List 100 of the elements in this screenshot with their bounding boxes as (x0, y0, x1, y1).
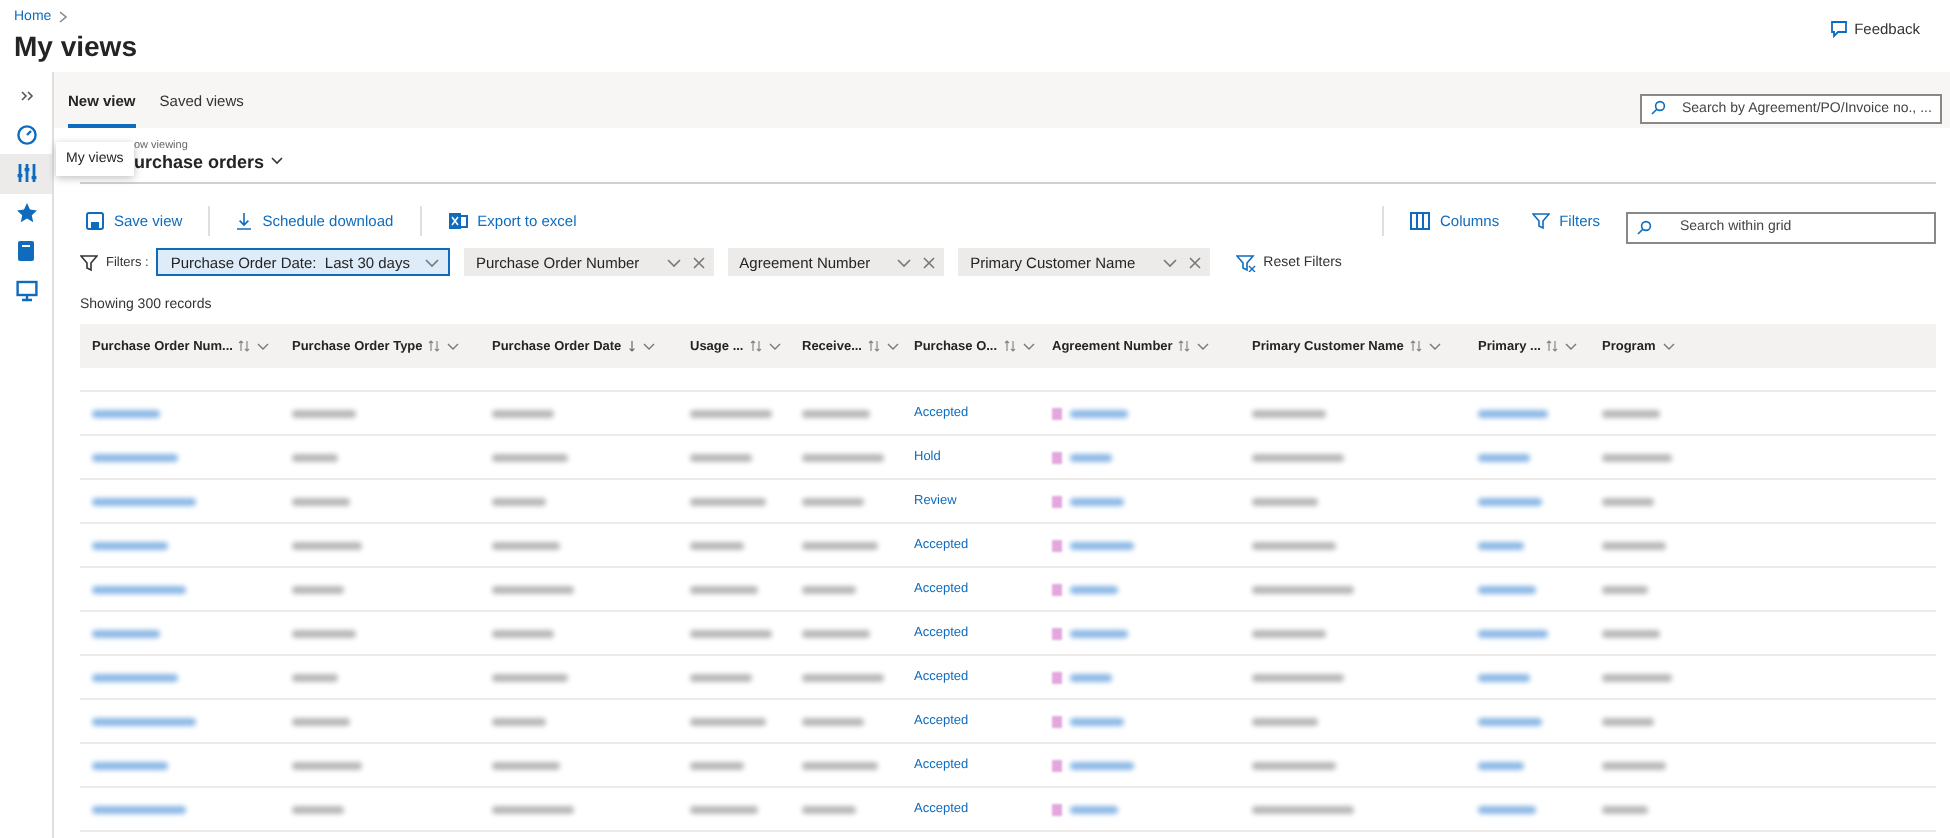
redacted-text (1478, 541, 1523, 549)
redacted-text (1602, 761, 1665, 769)
redacted-text (1070, 805, 1118, 813)
redacted-text (1478, 585, 1535, 593)
redacted-text (292, 673, 337, 681)
sort-down-icon[interactable] (627, 340, 636, 352)
sort-icon[interactable] (1546, 340, 1559, 352)
redacted-text (690, 805, 759, 813)
redacted-text (1478, 629, 1547, 637)
view-title: urchase orders (134, 151, 265, 171)
sort-icon[interactable] (1003, 340, 1016, 352)
redacted-text (1070, 761, 1135, 769)
redacted-text (1070, 497, 1124, 505)
redacted-text (802, 805, 856, 813)
monitor-icon (15, 279, 37, 302)
redacted-text (690, 585, 759, 593)
sort-icon[interactable] (868, 340, 880, 352)
book-icon (16, 240, 36, 263)
redacted-text (292, 805, 343, 813)
redacted-text (492, 497, 546, 505)
gauge-icon (15, 123, 37, 146)
redacted-text (1252, 541, 1336, 549)
sort-icon[interactable] (238, 340, 251, 352)
redacted-text (1070, 453, 1112, 461)
redacted-text (802, 717, 864, 725)
redacted-text (1602, 805, 1647, 813)
redacted-text (492, 409, 554, 417)
sliders-icon (15, 162, 37, 185)
sort-icon[interactable] (1409, 340, 1422, 352)
redacted-text (690, 673, 752, 681)
square-icon (1052, 451, 1062, 463)
square-icon (1052, 671, 1062, 683)
redacted-text (1478, 717, 1541, 725)
redacted-text (492, 629, 554, 637)
feedback-icon (1830, 19, 1851, 39)
redacted-text (1070, 409, 1129, 417)
redacted-text (1602, 409, 1659, 417)
close-icon[interactable] (922, 255, 937, 269)
filter-icon (80, 253, 98, 271)
redacted-text (1252, 409, 1327, 417)
redacted-text (1602, 497, 1653, 505)
sidebar-item[interactable] (0, 154, 52, 193)
redacted-text (292, 761, 361, 769)
redacted-text (1252, 717, 1318, 725)
redacted-text (690, 453, 752, 461)
redacted-text (1602, 585, 1647, 593)
redacted-text (292, 497, 349, 505)
square-icon (1052, 583, 1062, 595)
redacted-text (1070, 585, 1118, 593)
redacted-text (802, 541, 878, 549)
redacted-text (492, 541, 561, 549)
redacted-text (690, 629, 773, 637)
redacted-text (92, 409, 160, 417)
redacted-text (292, 717, 349, 725)
redacted-text (292, 585, 343, 593)
redacted-text (1252, 805, 1354, 813)
redacted-text (92, 585, 187, 593)
close-icon[interactable] (1187, 255, 1202, 269)
sort-icon[interactable] (1178, 340, 1191, 352)
redacted-text (1602, 453, 1671, 461)
save-icon (86, 211, 104, 229)
redacted-text (92, 717, 196, 725)
redacted-text (1252, 585, 1354, 593)
redacted-text (492, 585, 575, 593)
redacted-text (1478, 805, 1535, 813)
redacted-text (1602, 717, 1653, 725)
square-icon (1052, 495, 1062, 507)
redacted-text (492, 453, 568, 461)
square-icon (1052, 407, 1062, 419)
square-icon (1052, 759, 1062, 771)
redacted-text (1478, 453, 1529, 461)
filter-clear-icon (1235, 253, 1256, 271)
sort-icon[interactable] (428, 340, 441, 352)
redacted-text (1252, 673, 1345, 681)
square-icon (1052, 627, 1062, 639)
chevron-down-icon[interactable] (270, 156, 285, 166)
redacted-text (1602, 629, 1659, 637)
redacted-text (1070, 629, 1129, 637)
redacted-text (690, 541, 744, 549)
redacted-text (802, 761, 878, 769)
close-icon[interactable] (691, 255, 706, 269)
redacted-text (1602, 541, 1665, 549)
redacted-text (1478, 409, 1547, 417)
redacted-text (802, 453, 885, 461)
sort-icon[interactable] (749, 340, 762, 352)
excel-icon (447, 211, 468, 229)
redacted-text (92, 761, 169, 769)
square-icon (1052, 803, 1062, 815)
redacted-text (802, 673, 885, 681)
download-icon (236, 211, 253, 229)
redacted-text (1602, 673, 1671, 681)
redacted-text (802, 629, 871, 637)
redacted-text (92, 805, 187, 813)
redacted-text (802, 497, 864, 505)
star-icon (15, 201, 37, 224)
expand-icon (19, 89, 33, 102)
redacted-text (92, 541, 169, 549)
redacted-text (92, 673, 178, 681)
redacted-text (492, 717, 546, 725)
redacted-text (1252, 629, 1327, 637)
